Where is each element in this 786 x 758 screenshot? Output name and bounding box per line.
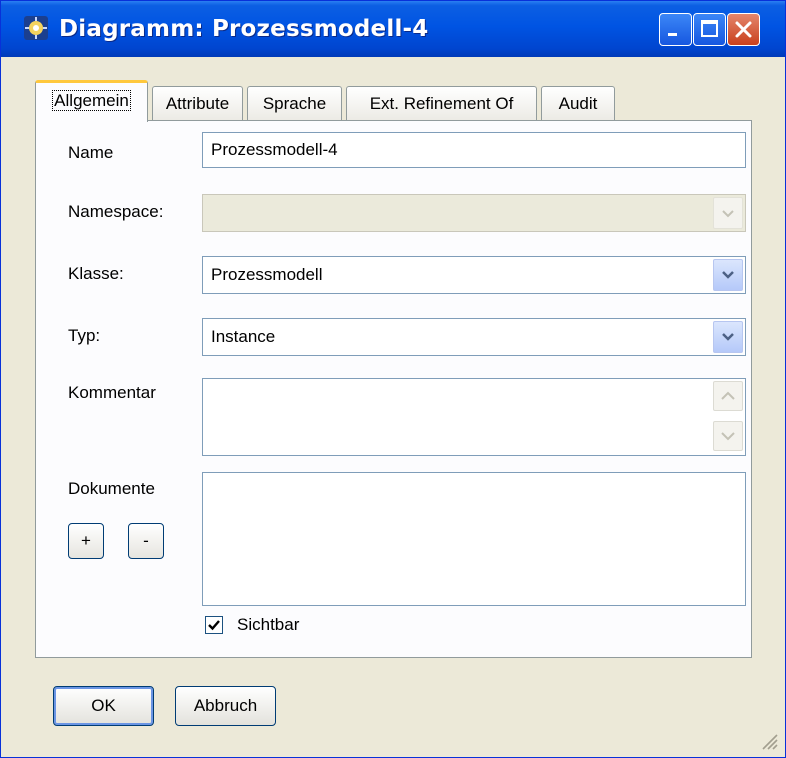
chevron-down-icon (721, 432, 735, 441)
namespace-label: Namespace: (68, 202, 164, 221)
maximize-button[interactable] (693, 13, 726, 46)
close-button[interactable] (727, 13, 760, 46)
klasse-dropdown-button[interactable] (713, 259, 743, 291)
dokumente-label: Dokumente (68, 479, 155, 498)
title-bar[interactable]: Diagramm: Prozessmodell-4 (1, 1, 785, 57)
scroll-down-button[interactable] (713, 421, 743, 451)
tab-sprache[interactable]: Sprache (247, 86, 342, 120)
klasse-select[interactable]: Prozessmodell (202, 256, 746, 294)
add-document-button[interactable]: + (68, 523, 104, 559)
tab-attribute[interactable]: Attribute (152, 86, 243, 120)
klasse-label: Klasse: (68, 264, 124, 283)
ok-button[interactable]: OK (53, 686, 154, 726)
chevron-down-icon (722, 271, 734, 279)
tab-label: Attribute (165, 94, 230, 113)
name-label: Name (68, 143, 114, 162)
name-value: Prozessmodell-4 (211, 140, 338, 159)
klasse-value: Prozessmodell (211, 265, 323, 284)
diagram-app-icon (24, 16, 48, 40)
window-title: Diagramm: Prozessmodell-4 (59, 16, 429, 42)
typ-value: Instance (211, 327, 276, 346)
tab-label: Allgemein (52, 90, 131, 111)
kommentar-textarea[interactable] (202, 378, 746, 456)
tab-ext-refinement-of[interactable]: Ext. Refinement Of (346, 86, 537, 120)
resize-grip-icon[interactable] (757, 729, 779, 751)
namespace-dropdown-button[interactable] (713, 197, 743, 229)
typ-select[interactable]: Instance (202, 318, 746, 356)
tab-audit[interactable]: Audit (541, 86, 615, 120)
kommentar-label: Kommentar (68, 383, 156, 402)
chevron-up-icon (721, 391, 735, 400)
tab-allgemein[interactable]: Allgemein (35, 80, 148, 122)
scroll-up-button[interactable] (713, 381, 743, 411)
checkmark-icon (208, 620, 220, 631)
typ-label: Typ: (68, 326, 101, 345)
tab-label: Sprache (262, 94, 327, 113)
tab-label: Ext. Refinement Of (369, 94, 514, 113)
namespace-select[interactable] (202, 194, 746, 232)
typ-dropdown-button[interactable] (713, 321, 743, 353)
cancel-button[interactable]: Abbruch (175, 686, 276, 726)
chevron-down-icon (722, 210, 734, 218)
maximize-icon (701, 20, 718, 37)
minimize-button[interactable] (659, 13, 692, 46)
tab-label: Audit (558, 94, 598, 113)
dialog-window: Diagramm: Prozessmodell-4 Allgemein Attr… (0, 0, 786, 758)
chevron-down-icon (722, 333, 734, 341)
remove-document-button[interactable]: - (128, 523, 164, 559)
minimize-icon (668, 33, 677, 36)
sichtbar-label: Sichtbar (237, 615, 300, 634)
name-field[interactable]: Prozessmodell-4 (202, 132, 746, 168)
close-icon (735, 21, 752, 38)
dokumente-list[interactable] (202, 472, 746, 606)
sichtbar-checkbox[interactable] (205, 616, 223, 634)
